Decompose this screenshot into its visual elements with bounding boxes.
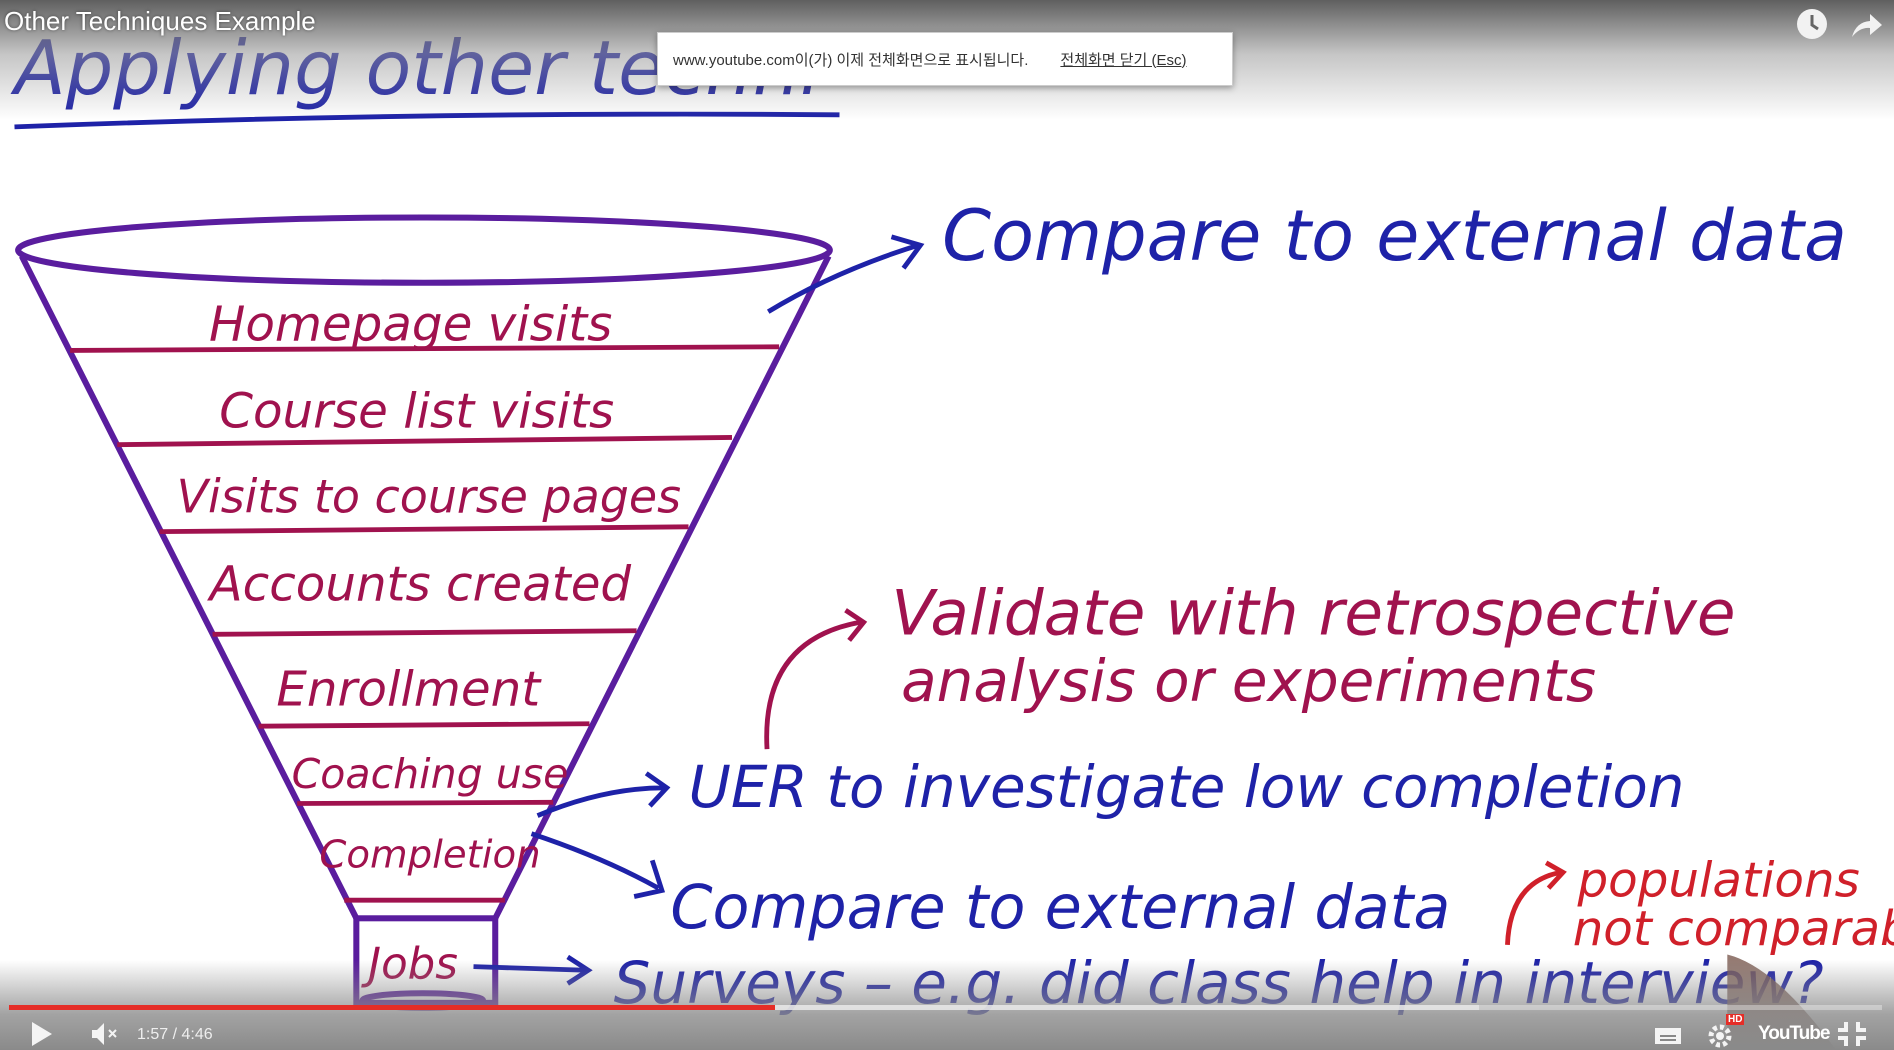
annotation-validate: analysis or experiments: [901, 647, 1596, 715]
funnel-stage: Coaching use: [292, 750, 569, 798]
funnel-stage: Enrollment: [276, 662, 542, 718]
play-icon: [32, 1022, 52, 1046]
whiteboard-video-frame: Applying other techni Homepage visits Co…: [10, 24, 1894, 1050]
annotation-validate: Validate with retrospective: [891, 576, 1735, 649]
exit-fullscreen-icon: [1838, 1022, 1866, 1046]
hd-badge: HD: [1726, 1014, 1745, 1025]
annotation-populations: not comparable: [1573, 901, 1894, 957]
annotation-uer: UER to investigate low completion: [689, 753, 1685, 821]
mute-button[interactable]: [90, 1018, 122, 1050]
funnel-stage: Jobs: [360, 940, 458, 990]
share-icon: [1852, 14, 1882, 37]
validate-arrow: [764, 608, 868, 750]
heading-underline: [14, 111, 840, 130]
annotation-compare-completion: Compare to external data: [670, 873, 1450, 943]
current-time: 1:57: [137, 1026, 169, 1043]
fullscreen-message: www.youtube.com이(가) 이제 전체화면으로 표시됩니다.: [673, 51, 1029, 69]
exit-fullscreen-link[interactable]: 전체화면 닫기 (Esc): [1060, 49, 1186, 70]
played-progress: [9, 1005, 776, 1010]
settings-button[interactable]: HD: [1706, 1014, 1745, 1050]
populations-arrow: [1505, 860, 1567, 945]
youtube-logo[interactable]: YouTube: [1758, 1018, 1830, 1050]
funnel-stage: Visits to course pages: [177, 469, 681, 523]
captions-button[interactable]: [1654, 1018, 1682, 1050]
funnel-stage: Completion: [319, 833, 540, 878]
share-button[interactable]: [1848, 6, 1884, 42]
video-title[interactable]: Other Techniques Example: [4, 6, 316, 37]
time-display: 1:57 / 4:46: [137, 1026, 213, 1044]
captions-icon: [1655, 1028, 1681, 1044]
watch-later-icon: [1797, 9, 1827, 39]
mute-icon: [92, 1023, 117, 1045]
player-controls: 1:57 / 4:46 HD YouTube: [0, 1014, 1894, 1050]
progress-bar[interactable]: [9, 1005, 1882, 1010]
exit-fullscreen-button[interactable]: [1836, 1018, 1868, 1050]
fullscreen-notification: www.youtube.com이(가) 이제 전체화면으로 표시됩니다. 전체화…: [657, 32, 1233, 86]
time-separator: /: [168, 1026, 182, 1043]
annotation-compare-external: Compare to external data: [942, 195, 1847, 277]
funnel-stage: Homepage visits: [209, 297, 612, 353]
duration: 4:46: [181, 1026, 213, 1043]
watch-later-button[interactable]: [1794, 6, 1830, 42]
funnel-stage: Course list visits: [219, 384, 614, 440]
funnel-stage: Accounts created: [207, 557, 632, 613]
play-button[interactable]: [30, 1018, 54, 1050]
